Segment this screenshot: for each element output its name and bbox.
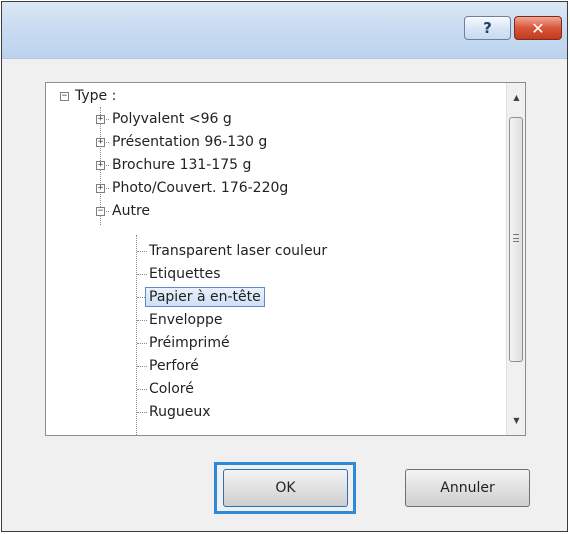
collapse-icon[interactable]: − [60, 92, 69, 101]
collapse-icon[interactable]: − [96, 207, 105, 216]
tree-connector [137, 320, 147, 321]
tree-item-brochure[interactable]: Brochure 131-175 g [110, 156, 253, 174]
tree-connector [137, 343, 147, 344]
expand-icon[interactable]: + [96, 161, 105, 170]
tree-item-presentation[interactable]: Présentation 96-130 g [110, 133, 269, 151]
close-button[interactable]: ✕ [514, 16, 562, 40]
tree-connector [136, 235, 137, 435]
expand-icon[interactable]: + [96, 115, 105, 124]
tree-item-autre[interactable]: Autre [110, 202, 152, 220]
tree-connector [137, 389, 147, 390]
tree-item-type[interactable]: Type : [73, 87, 118, 105]
tree-item-transparent-laser[interactable]: Transparent laser couleur [147, 242, 329, 260]
expand-icon[interactable]: + [96, 138, 105, 147]
tree-connector [137, 366, 147, 367]
expand-icon[interactable]: + [96, 184, 105, 193]
tree-item-perfore[interactable]: Perforé [147, 357, 201, 375]
title-bar: ? ✕ [2, 2, 567, 59]
tree-content: − Type : + Polyvalent <96 g + Présentati… [46, 83, 505, 435]
tree-connector [137, 251, 147, 252]
paper-type-tree[interactable]: − Type : + Polyvalent <96 g + Présentati… [45, 82, 526, 436]
tree-item-photo-couvert[interactable]: Photo/Couvert. 176-220g [110, 179, 290, 197]
help-button[interactable]: ? [464, 16, 511, 40]
grip-icon [513, 234, 519, 242]
tree-item-colore[interactable]: Coloré [147, 380, 196, 398]
tree-item-preimprime[interactable]: Préimprimé [147, 334, 232, 352]
tree-item-polyvalent[interactable]: Polyvalent <96 g [110, 110, 234, 128]
tree-item-enveloppe[interactable]: Enveloppe [147, 311, 224, 329]
scroll-up-arrow-icon[interactable]: ▲ [509, 89, 524, 106]
cancel-button[interactable]: Annuler [405, 469, 530, 507]
tree-item-etiquettes[interactable]: Etiquettes [147, 265, 222, 283]
tree-connector [137, 274, 147, 275]
tree-item-papier-en-tete[interactable]: Papier à en-tête [145, 287, 265, 307]
tree-item-rugueux[interactable]: Rugueux [147, 403, 213, 421]
tree-connector [137, 412, 147, 413]
ok-button[interactable]: OK [223, 469, 348, 507]
scroll-down-arrow-icon[interactable]: ▼ [509, 412, 524, 429]
scroll-thumb[interactable] [509, 117, 523, 362]
help-icon: ? [483, 19, 492, 37]
vertical-scrollbar[interactable]: ▲ ▼ [506, 83, 525, 435]
close-icon: ✕ [531, 18, 545, 38]
paper-type-dialog: ? ✕ − Type : + Polyvalent <96 g + Présen… [1, 1, 568, 532]
